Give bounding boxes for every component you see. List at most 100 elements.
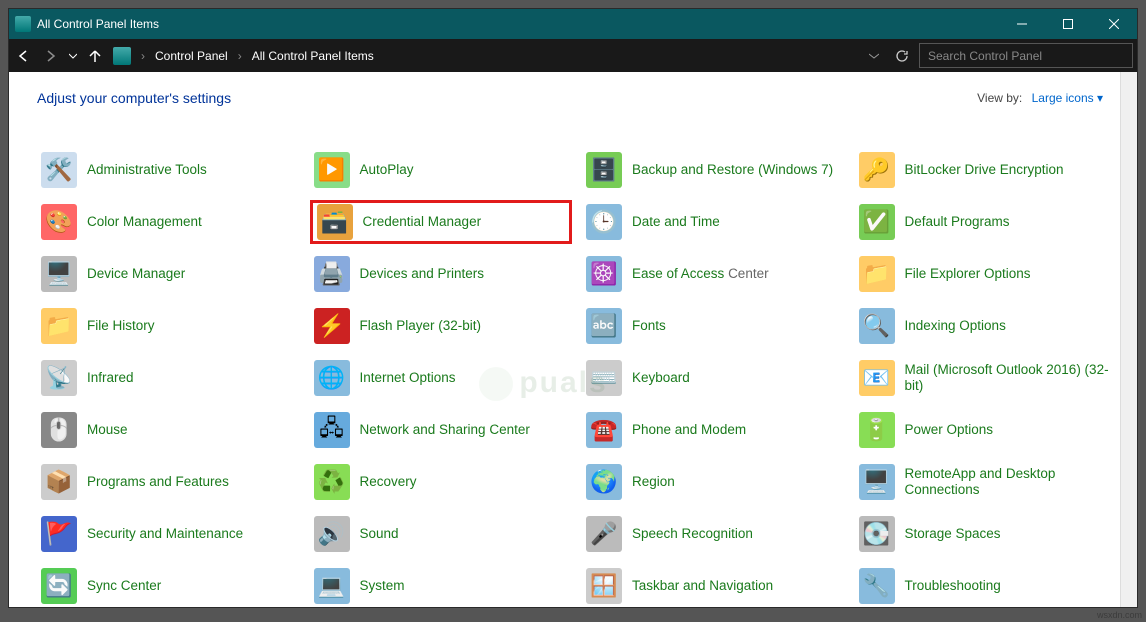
item-icon: 🪟 — [586, 568, 622, 604]
back-button[interactable] — [9, 39, 37, 72]
item-network-and-sharing-center[interactable]: 🖧Network and Sharing Center — [310, 408, 573, 452]
item-icon: 🔋 — [859, 412, 895, 448]
item-credential-manager[interactable]: 🗃️Credential Manager — [310, 200, 573, 244]
item-label: File Explorer Options — [905, 266, 1031, 282]
item-label: File History — [87, 318, 155, 334]
item-file-history[interactable]: 📁 File History — [37, 304, 300, 348]
breadcrumb-leaf[interactable]: All Control Panel Items — [248, 47, 378, 65]
item-label: Internet Options — [360, 370, 456, 386]
item-icon: ✅ — [859, 204, 895, 240]
item-label: System — [360, 578, 405, 594]
item-autoplay[interactable]: ▶️ AutoPlay — [310, 148, 573, 192]
item-label: Indexing Options — [905, 318, 1006, 334]
search-input[interactable]: Search Control Panel — [919, 43, 1133, 68]
titlebar: All Control Panel Items — [9, 9, 1137, 39]
item-label: Keyboard — [632, 370, 690, 386]
item-system[interactable]: 💻 System — [310, 564, 573, 607]
item-label: Backup and Restore (Windows 7) — [632, 162, 833, 178]
item-label: Storage Spaces — [905, 526, 1001, 542]
close-button[interactable] — [1091, 9, 1137, 39]
item-icon: 🔧 — [859, 568, 895, 604]
item-label: Region — [632, 474, 675, 490]
item-icon: 🔍 — [859, 308, 895, 344]
control-panel-window: All Control Panel Items › Control Panel … — [8, 8, 1138, 608]
control-panel-icon — [113, 47, 131, 65]
item-icon: 🌍 — [586, 464, 622, 500]
item-label: Default Programs — [905, 214, 1010, 230]
minimize-button[interactable] — [999, 9, 1045, 39]
item-ease-of-access-center[interactable]: ☸️ Ease of Access Center — [582, 252, 845, 296]
refresh-button[interactable] — [889, 49, 915, 63]
item-icon: ▶️ — [314, 152, 350, 188]
recent-dropdown[interactable] — [65, 39, 81, 72]
item-bitlocker-drive-encryption[interactable]: 🔑BitLocker Drive Encryption — [855, 148, 1118, 192]
item-label: AutoPlay — [360, 162, 414, 178]
item-label: Sync Center — [87, 578, 161, 594]
item-icon: 🔑 — [859, 152, 895, 188]
item-icon: 🔤 — [586, 308, 622, 344]
item-power-options[interactable]: 🔋 Power Options — [855, 408, 1118, 452]
item-internet-options[interactable]: 🌐 Internet Options — [310, 356, 573, 400]
item-icon: 🌐 — [314, 360, 350, 396]
item-icon: 🖥️ — [41, 256, 77, 292]
item-label: Date and Time — [632, 214, 720, 230]
item-administrative-tools[interactable]: 🛠️ Administrative Tools — [37, 148, 300, 192]
vertical-scrollbar[interactable] — [1120, 72, 1137, 607]
item-programs-and-features[interactable]: 📦Programs and Features — [37, 460, 300, 504]
item-keyboard[interactable]: ⌨️Keyboard — [582, 356, 845, 400]
refresh-dropdown[interactable] — [863, 51, 885, 61]
item-icon: 📧 — [859, 360, 895, 396]
item-label: Taskbar and Navigation — [632, 578, 773, 594]
item-icon: 💻 — [314, 568, 350, 604]
item-mouse[interactable]: 🖱️Mouse — [37, 408, 300, 452]
item-file-explorer-options[interactable]: 📁File Explorer Options — [855, 252, 1118, 296]
item-indexing-options[interactable]: 🔍 Indexing Options — [855, 304, 1118, 348]
breadcrumb-root[interactable]: Control Panel — [151, 47, 232, 65]
items-grid: 🛠️ Administrative Tools ▶️ AutoPlay 🗄️Backup… — [9, 112, 1137, 607]
item-security-and-maintenance[interactable]: 🚩Security and Maintenance — [37, 512, 300, 556]
item-icon: ☎️ — [586, 412, 622, 448]
item-color-management[interactable]: 🎨Color Management — [37, 200, 300, 244]
item-icon: 🛠️ — [41, 152, 77, 188]
item-label: Power Options — [905, 422, 994, 438]
item-sync-center[interactable]: 🔄Sync Center — [37, 564, 300, 607]
item-mail-microsoft-outlook-2016-32-bit[interactable]: 📧 Mail (Microsoft Outlook 2016) (32-bit) — [855, 356, 1118, 400]
item-phone-and-modem[interactable]: ☎️Phone and Modem — [582, 408, 845, 452]
item-fonts[interactable]: 🔤 Fonts — [582, 304, 845, 348]
item-label: Administrative Tools — [87, 162, 207, 178]
maximize-button[interactable] — [1045, 9, 1091, 39]
item-icon: 🚩 — [41, 516, 77, 552]
item-recovery[interactable]: ♻️Recovery — [310, 460, 573, 504]
item-label: RemoteApp and Desktop Connections — [905, 466, 1114, 498]
item-device-manager[interactable]: 🖥️Device Manager — [37, 252, 300, 296]
item-taskbar-and-navigation[interactable]: 🪟 Taskbar and Navigation — [582, 564, 845, 607]
item-label: Color Management — [87, 214, 202, 230]
breadcrumb[interactable]: › Control Panel › All Control Panel Item… — [109, 47, 863, 65]
item-icon: ☸️ — [586, 256, 622, 292]
item-flash-player-32-bit[interactable]: ⚡Flash Player (32-bit) — [310, 304, 573, 348]
item-backup-and-restore-windows-7[interactable]: 🗄️Backup and Restore (Windows 7) — [582, 148, 845, 192]
item-date-and-time[interactable]: 🕒Date and Time — [582, 200, 845, 244]
item-default-programs[interactable]: ✅ Default Programs — [855, 200, 1118, 244]
item-storage-spaces[interactable]: 💽Storage Spaces — [855, 512, 1118, 556]
item-label: Sound — [360, 526, 399, 542]
up-button[interactable] — [81, 39, 109, 72]
item-speech-recognition[interactable]: 🎤 Speech Recognition — [582, 512, 845, 556]
forward-button[interactable] — [37, 39, 65, 72]
item-label: Mail (Microsoft Outlook 2016) (32-bit) — [905, 362, 1114, 394]
item-icon: 📡 — [41, 360, 77, 396]
item-troubleshooting[interactable]: 🔧Troubleshooting — [855, 564, 1118, 607]
item-devices-and-printers[interactable]: 🖨️Devices and Printers — [310, 252, 573, 296]
item-label: Speech Recognition — [632, 526, 753, 542]
item-icon: 📁 — [41, 308, 77, 344]
window-icon — [15, 16, 31, 32]
item-sound[interactable]: 🔊Sound — [310, 512, 573, 556]
item-label: Ease of Access Center — [632, 266, 769, 282]
item-region[interactable]: 🌍 Region — [582, 460, 845, 504]
content-area: Adjust your computer's settings View by:… — [9, 72, 1137, 607]
item-infrared[interactable]: 📡Infrared — [37, 356, 300, 400]
view-by-dropdown[interactable]: Large icons ▾ — [1032, 91, 1103, 105]
item-icon: 🎤 — [586, 516, 622, 552]
item-label: Fonts — [632, 318, 666, 334]
item-remoteapp-and-desktop-connections[interactable]: 🖥️RemoteApp and Desktop Connections — [855, 460, 1118, 504]
